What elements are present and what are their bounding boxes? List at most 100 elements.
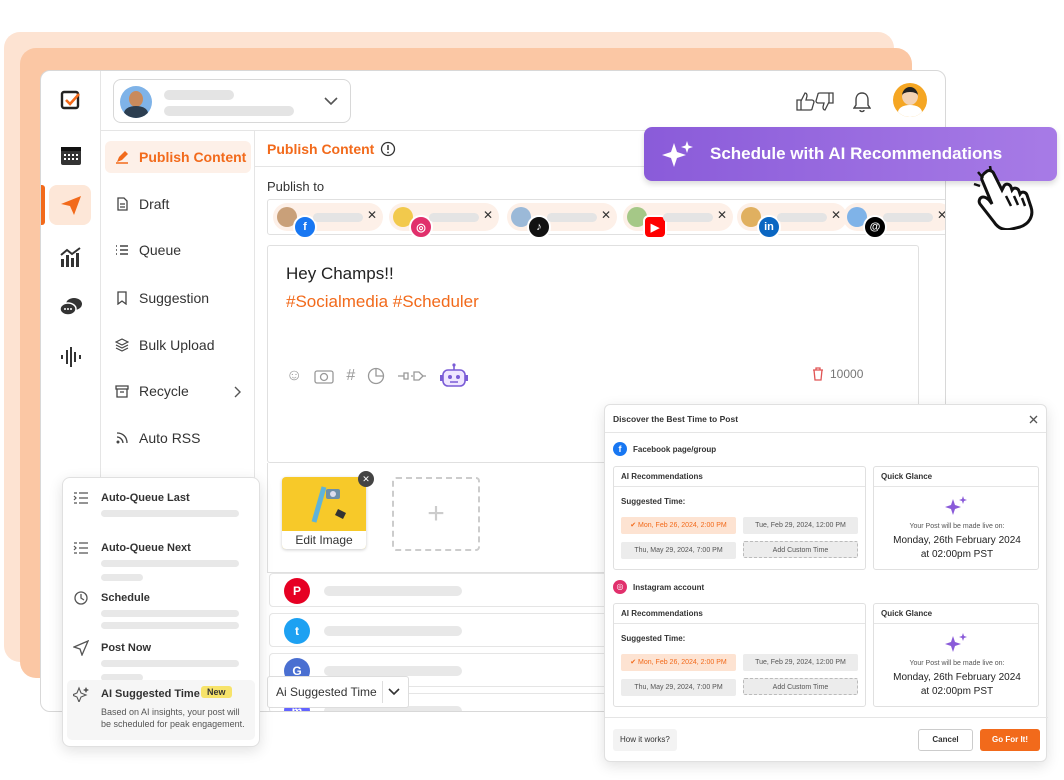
close-icon[interactable]: ✕ bbox=[831, 208, 841, 222]
ai-suggested-label: AI Suggested Time bbox=[101, 688, 200, 700]
time-option-selected[interactable]: ✔ Mon, Feb 26, 2024, 2:00 PM bbox=[621, 517, 736, 534]
layers-icon bbox=[115, 338, 129, 352]
sparkle-icon bbox=[662, 141, 693, 167]
close-icon[interactable]: ✕ bbox=[367, 208, 377, 222]
menu-option-ai-suggested-time[interactable]: AI Suggested Time New Based on AI insigh… bbox=[67, 680, 255, 740]
menu-option-label: Post Now bbox=[101, 642, 152, 654]
page-title: Publish Content bbox=[267, 140, 375, 157]
edit-image-label[interactable]: Edit Image bbox=[282, 531, 366, 549]
sidebar-item-auto-rss[interactable]: Auto RSS bbox=[105, 422, 251, 454]
go-for-it-button[interactable]: Go For It! bbox=[980, 729, 1040, 751]
remove-media-icon[interactable]: ✕ bbox=[358, 471, 374, 487]
chevron-right-icon bbox=[234, 386, 241, 398]
thumbs-up-down-icon[interactable] bbox=[795, 91, 835, 113]
pie-icon[interactable] bbox=[367, 367, 385, 385]
robot-icon[interactable] bbox=[439, 362, 469, 390]
chevron-down-icon bbox=[388, 688, 400, 696]
sidebar-item-queue[interactable]: Queue bbox=[105, 234, 251, 266]
sidebar-item-suggestion[interactable]: Suggestion bbox=[105, 282, 251, 314]
archive-icon bbox=[115, 385, 129, 398]
trash-icon[interactable] bbox=[812, 367, 824, 381]
queue-next-icon bbox=[73, 542, 88, 554]
chat-icon[interactable] bbox=[57, 293, 85, 321]
suggested-time-label: Suggested Time: bbox=[621, 634, 686, 643]
hashtag-icon[interactable]: # bbox=[346, 367, 355, 385]
ai-time-select[interactable]: Ai Suggested Time bbox=[267, 676, 409, 708]
glance-date: Monday, 26th February 2024 bbox=[893, 672, 1021, 683]
add-custom-time-button[interactable]: Add Custom Time bbox=[743, 541, 858, 558]
media-thumbnail[interactable]: Edit Image bbox=[282, 477, 366, 549]
account-chip-threads[interactable]: @ ✕ bbox=[843, 203, 945, 239]
char-count: 10000 bbox=[830, 367, 864, 381]
emoji-icon[interactable]: ☺ bbox=[286, 367, 302, 385]
glance-date: Monday, 26th February 2024 bbox=[893, 535, 1021, 546]
how-it-works-button[interactable]: How it works? bbox=[613, 729, 677, 751]
sidebar-item-publish-content[interactable]: Publish Content bbox=[105, 141, 251, 173]
calendar-icon[interactable] bbox=[57, 141, 85, 169]
sparkle-icon bbox=[945, 496, 967, 515]
plug-icon[interactable] bbox=[397, 370, 427, 382]
account-chip-youtube[interactable]: ▶ ✕ bbox=[623, 203, 733, 239]
document-icon bbox=[117, 197, 128, 211]
sidebar-item-label: Suggestion bbox=[139, 290, 210, 306]
glance-text: Your Post will be made live on: bbox=[909, 523, 1005, 530]
sidebar-item-bulk-upload[interactable]: Bulk Upload bbox=[105, 329, 251, 361]
time-option[interactable]: Tue, Feb 29, 2024, 12:00 PM bbox=[743, 654, 858, 671]
account-chip-instagram[interactable]: ◎ ✕ bbox=[389, 203, 499, 239]
time-option[interactable]: Thu, May 29, 2024, 7:00 PM bbox=[621, 542, 736, 559]
list-icon bbox=[116, 245, 128, 255]
ai-recommendations-box: AI Recommendations Suggested Time: ✔ Mon… bbox=[613, 466, 866, 570]
cancel-button[interactable]: Cancel bbox=[918, 729, 973, 751]
sidebar-item-label: Bulk Upload bbox=[139, 337, 215, 353]
schedule-menu: Auto-Queue Last Auto-Queue Next Schedule… bbox=[62, 477, 260, 747]
send-icon[interactable] bbox=[57, 191, 85, 219]
sidebar-item-recycle[interactable]: Recycle bbox=[105, 375, 251, 407]
close-icon[interactable]: ✕ bbox=[483, 208, 493, 222]
sparkle-icon bbox=[945, 633, 967, 652]
top-bar bbox=[101, 71, 945, 131]
menu-option-auto-queue-next[interactable]: Auto-Queue Next bbox=[71, 538, 253, 582]
instagram-icon: ◎ bbox=[613, 580, 627, 594]
account-chip-linkedin[interactable]: in ✕ bbox=[737, 203, 847, 239]
analytics-icon[interactable] bbox=[57, 243, 85, 271]
check-icon[interactable] bbox=[57, 87, 85, 115]
dialog-divider bbox=[605, 717, 1048, 718]
send-icon bbox=[73, 640, 89, 656]
section-account: Facebook page/group bbox=[633, 445, 717, 454]
sidebar-item-draft[interactable]: Draft bbox=[105, 188, 251, 220]
account-name-placeholder bbox=[164, 90, 234, 100]
account-selector[interactable] bbox=[113, 79, 351, 123]
publish-to-label: Publish to bbox=[267, 179, 325, 194]
ai-recommendations-box: AI Recommendations Suggested Time: ✔ Mon… bbox=[613, 603, 866, 707]
camera-icon[interactable] bbox=[314, 368, 334, 384]
menu-option-schedule[interactable]: Schedule bbox=[71, 588, 253, 632]
time-option[interactable]: Thu, May 29, 2024, 7:00 PM bbox=[621, 679, 736, 696]
post-hashtags: #Socialmedia #Scheduler bbox=[286, 292, 479, 311]
add-media-button[interactable]: + bbox=[392, 477, 480, 551]
post-text-line1: Hey Champs!! bbox=[286, 264, 394, 283]
close-icon[interactable]: ✕ bbox=[717, 208, 727, 222]
new-badge: New bbox=[201, 686, 232, 698]
box-title: Quick Glance bbox=[874, 467, 1038, 487]
close-icon[interactable] bbox=[1029, 415, 1038, 424]
close-icon[interactable]: ✕ bbox=[937, 208, 945, 222]
info-icon[interactable] bbox=[380, 141, 396, 157]
account-chip-facebook[interactable]: f ✕ bbox=[273, 203, 383, 239]
sparkle-icon bbox=[73, 686, 89, 702]
account-chip-tiktok[interactable]: ♪ ✕ bbox=[507, 203, 617, 239]
pinterest-icon: P bbox=[284, 578, 310, 604]
bell-icon[interactable] bbox=[853, 91, 871, 113]
clock-icon bbox=[74, 591, 88, 605]
image-icon bbox=[311, 486, 346, 523]
avatar bbox=[120, 86, 152, 118]
user-avatar[interactable] bbox=[893, 83, 927, 117]
time-option[interactable]: Tue, Feb 29, 2024, 12:00 PM bbox=[743, 517, 858, 534]
audio-wave-icon[interactable] bbox=[57, 343, 85, 371]
glance-time: at 02:00pm PST bbox=[920, 686, 994, 697]
time-option-selected[interactable]: ✔ Mon, Feb 26, 2024, 2:00 PM bbox=[621, 654, 736, 671]
close-icon[interactable]: ✕ bbox=[601, 208, 611, 222]
menu-option-auto-queue-last[interactable]: Auto-Queue Last bbox=[71, 488, 253, 532]
add-custom-time-button[interactable]: Add Custom Time bbox=[743, 678, 858, 695]
menu-option-post-now[interactable]: Post Now bbox=[71, 638, 253, 682]
schedule-ai-label: Schedule with AI Recommendations bbox=[710, 144, 1003, 163]
